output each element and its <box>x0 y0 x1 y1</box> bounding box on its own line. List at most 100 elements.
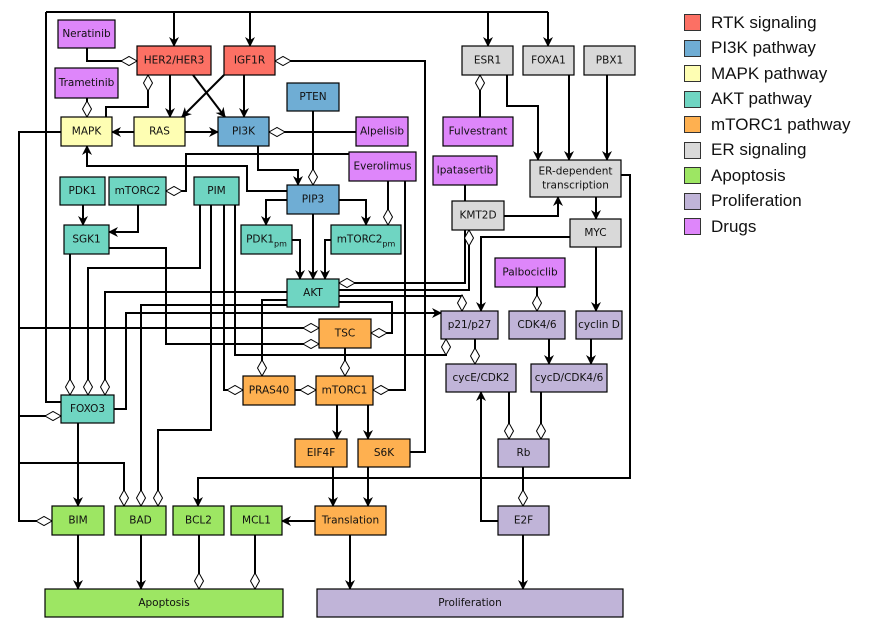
activation-edge <box>320 239 331 280</box>
node-bcl2: BCL2 <box>172 505 225 536</box>
legend-item-pi3k: PI3K pathway <box>684 36 851 62</box>
legend-item-apoptosis: Apoptosis <box>684 163 851 189</box>
node-label-text: ER-dependent <box>538 166 612 178</box>
node-label: PRAS40 <box>249 385 289 397</box>
node-label: AKT <box>303 287 323 299</box>
node-label: CDK4/6 <box>517 319 557 331</box>
activation-edge <box>504 196 563 217</box>
legend-item-akt: AKT pathway <box>684 87 851 113</box>
legend-swatch <box>684 39 701 57</box>
node-ipatasertib: Ipatasertib <box>432 155 498 186</box>
legend-swatch <box>684 14 701 32</box>
node-label-text: EIF4F <box>307 447 336 459</box>
legend-label: MAPK pathway <box>711 63 828 83</box>
legend-label: Apoptosis <box>711 165 786 185</box>
node-label-text: Apoptosis <box>138 597 189 609</box>
node-pras40: PRAS40 <box>242 375 296 406</box>
legend-swatch <box>684 192 701 210</box>
node-label-text: Trametinib <box>58 77 115 89</box>
node-label-text: PRAS40 <box>249 385 289 397</box>
legend-item-rtk: RTK signaling <box>684 10 851 36</box>
node-label: BCL2 <box>185 515 212 527</box>
node-label-text: BIM <box>68 515 87 527</box>
node-label-text: TSC <box>334 328 355 340</box>
node-label-text: Proliferation <box>438 597 502 609</box>
node-pten: PTEN <box>286 82 340 112</box>
node-label: Proliferation <box>438 597 502 609</box>
node-label: PI3K <box>232 126 256 138</box>
legend-label: mTORC1 pathway <box>711 114 851 134</box>
node-label-text: cycE/CDK2 <box>453 372 510 384</box>
legend-swatch <box>684 65 701 83</box>
node-label: Palbociclib <box>502 267 558 279</box>
node-fulvestrant: Fulvestrant <box>442 116 514 147</box>
node-label: RAS <box>149 126 170 138</box>
activation-edge <box>476 391 498 522</box>
node-label: IGF1R <box>234 55 265 67</box>
node-label-text: mTORC2 <box>337 234 383 246</box>
node-label: BIM <box>68 515 87 527</box>
node-trametinib: Trametinib <box>54 67 119 99</box>
legend-swatch <box>684 90 701 108</box>
node-apoptosis: Apoptosis <box>44 588 284 618</box>
node-label-text: Rb <box>517 447 531 459</box>
node-label-text: FOXO3 <box>70 403 105 415</box>
node-pdk1pm: PDK1pm <box>240 224 293 255</box>
legend-item-mapk: MAPK pathway <box>684 61 851 87</box>
node-label-text: cyclin D <box>578 319 620 331</box>
activation-edge <box>181 74 225 118</box>
legend-label: AKT pathway <box>711 89 812 109</box>
node-cyce: cycE/CDK2 <box>445 363 517 393</box>
node-label: SGK1 <box>72 234 100 246</box>
legend-label: Proliferation <box>711 191 802 211</box>
node-label: E2F <box>514 515 533 527</box>
node-label: Ipatasertib <box>437 165 494 177</box>
node-myc: MYC <box>569 218 622 248</box>
node-e2f: E2F <box>497 505 550 536</box>
node-label-text: PIM <box>207 185 226 197</box>
legend-item-er: ER signaling <box>684 138 851 164</box>
activation-edge <box>257 146 303 186</box>
node-cyclind: cyclin D <box>575 310 623 340</box>
node-pip3: PIP3 <box>286 184 340 215</box>
inhibition-edge <box>223 205 243 390</box>
node-label: cycE/CDK2 <box>453 372 510 384</box>
node-label-text: PTEN <box>299 91 326 103</box>
node-label: mTORC1 <box>322 385 368 397</box>
legend-swatch <box>684 167 701 185</box>
activation-edge <box>108 205 139 237</box>
node-label-text: Ipatasertib <box>437 165 494 177</box>
node-everolimus: Everolimus <box>348 151 417 182</box>
node-label-text: CDK4/6 <box>517 319 557 331</box>
node-label: KMT2D <box>459 210 496 222</box>
node-label: EIF4F <box>307 447 336 459</box>
node-label-text: RAS <box>149 126 170 138</box>
node-label-text: Fulvestrant <box>449 126 508 138</box>
node-label-text: ESR1 <box>474 55 501 67</box>
node-label: cyclin D <box>578 319 620 331</box>
node-rb: Rb <box>497 438 550 468</box>
node-label: Rb <box>517 447 531 459</box>
node-bad: BAD <box>114 505 167 536</box>
inhibition-edge <box>339 296 462 311</box>
node-label-text: MYC <box>584 227 606 239</box>
node-label: MYC <box>584 227 606 239</box>
node-mtorc2: mTORC2 <box>108 176 167 206</box>
node-label-text: Translation <box>321 515 379 527</box>
node-label: Translation <box>321 515 379 527</box>
node-label: FOXO3 <box>70 403 105 415</box>
node-label-text: mTORC1 <box>322 385 368 397</box>
node-label-text: E2F <box>514 515 533 527</box>
legend-label: PI3K pathway <box>711 38 816 58</box>
node-label-text: cycD/CDK4/6 <box>535 372 604 384</box>
node-label: Alpelisib <box>360 126 404 138</box>
node-label-text: PDK1 <box>246 234 274 246</box>
node-sgk1: SGK1 <box>63 224 110 255</box>
node-s6k: S6K <box>357 438 411 468</box>
node-label-subscript: pm <box>382 239 395 248</box>
node-label: mTORC2 <box>115 185 161 197</box>
node-proliferation: Proliferation <box>316 588 624 618</box>
node-label: ESR1 <box>474 55 501 67</box>
node-pdk1: PDK1 <box>59 176 106 206</box>
node-label-text: PI3K <box>232 126 256 138</box>
